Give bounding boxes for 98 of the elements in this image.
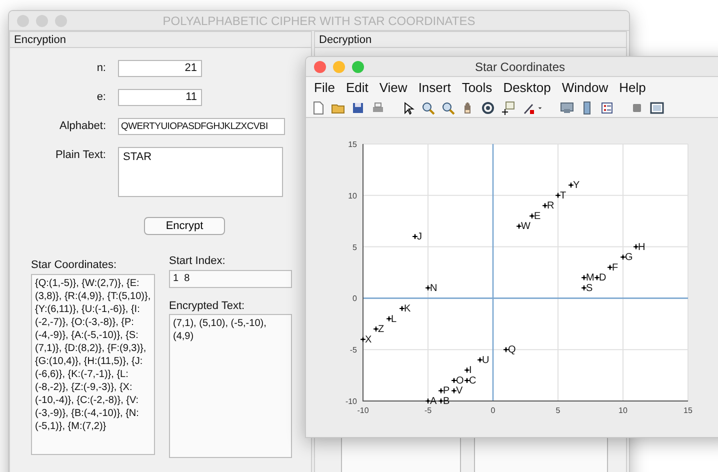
zoom-out-icon[interactable] <box>441 100 455 114</box>
data-point <box>594 274 600 281</box>
tick-label: -5 <box>350 346 357 355</box>
legend-icon[interactable] <box>600 100 614 114</box>
point-label: K <box>404 303 411 314</box>
tick-label: -5 <box>424 406 432 415</box>
point-label: Q <box>508 344 516 356</box>
text-area[interactable]: (7,1), (5,10), (-5,-10), (4,9) <box>169 314 292 458</box>
field-label: Start Index: <box>169 254 226 269</box>
data-point <box>451 388 457 394</box>
point-label: Y <box>573 180 580 192</box>
point-label: M <box>586 272 594 284</box>
point-label: W <box>521 221 530 232</box>
menu-item[interactable]: File <box>312 77 344 98</box>
new-file-icon[interactable] <box>311 100 325 114</box>
point-label: V <box>456 386 463 397</box>
data-point <box>633 244 639 250</box>
data-point <box>542 202 548 209</box>
field-label: Alphabet: <box>58 119 106 134</box>
tick-label: 0 <box>352 294 357 304</box>
panel-title: Encryption <box>10 32 311 48</box>
field-label: Star Coordinates: <box>31 258 118 273</box>
menu-item[interactable]: Insert <box>416 77 460 98</box>
tick-label: 5 <box>556 406 560 415</box>
data-point <box>399 305 405 312</box>
menu-item[interactable]: View <box>377 77 416 98</box>
text-area[interactable]: STAR <box>118 147 283 197</box>
point-label: U <box>482 354 490 366</box>
tick-label: 5 <box>352 242 357 252</box>
zoom-in-icon[interactable] <box>421 100 435 114</box>
data-point <box>438 398 444 404</box>
point-label: L <box>391 314 397 325</box>
data-point <box>464 367 470 374</box>
point-label: O <box>456 375 464 386</box>
point-label: E <box>534 210 541 222</box>
data-point <box>620 254 626 260</box>
data-point <box>529 212 535 219</box>
data-point <box>555 192 561 198</box>
data-point <box>425 398 431 404</box>
data-point <box>360 336 366 342</box>
window-icon[interactable] <box>650 100 664 114</box>
tick-label: -10 <box>357 406 369 415</box>
data-point <box>607 264 613 270</box>
data-point <box>438 388 444 394</box>
point-label: T <box>560 190 566 202</box>
point-label: R <box>547 200 554 212</box>
data-point <box>425 284 431 291</box>
field-label: e: <box>96 90 106 106</box>
field-label: n: <box>96 61 106 76</box>
field-label: Encrypted Text: <box>169 298 246 314</box>
menu-item[interactable]: Tools <box>460 77 502 98</box>
input-field[interactable]: 1 8 <box>169 270 292 288</box>
data-point <box>373 326 379 332</box>
tick-label: 0 <box>490 406 496 415</box>
tick-label: 15 <box>348 140 357 149</box>
close-button[interactable] <box>314 61 326 73</box>
input-field[interactable]: 11 <box>118 89 202 106</box>
point-label: P <box>443 386 450 397</box>
data-point <box>516 223 522 230</box>
data-point <box>386 316 392 322</box>
point-label: I <box>469 365 472 376</box>
point-label: G <box>625 252 633 264</box>
data-point <box>581 284 587 291</box>
text-area[interactable]: {Q:(1,-5)}, {W:(2,7)}, {E:(3,8)}, {R:(4,9)}, {T:(5,10)}, {Y:(6,11)}, {U:(-1,-6)}, {I:(-2,-7)}, {O:(-3,-8)}, {P:(-4,-9)}, {A:(-5,-10)}, {S:(7,1)}, {D:(8,2)}, {F:(9,3)}, {G:(10,4)}, {H:(11,5)}, {J:(-6,6)}, {K:(-7,-1)}, {L:(-8,-2)}, {Z:(-9,-3)}, {X:(-10,-4)}, {C:(-2,-8)}, {V:(-3,-9)}, {B:(-4,-10)}, {N:(-5,1)}, {M:(7,2)} <box>31 274 155 454</box>
panel-title: Decryption <box>315 32 626 48</box>
save-icon[interactable] <box>351 100 365 114</box>
menu-item[interactable]: Help <box>617 77 655 98</box>
point-label: H <box>638 242 646 253</box>
field-label: Plain Text: <box>54 148 106 163</box>
tick-label: 10 <box>618 406 628 415</box>
data-point <box>464 377 470 384</box>
data-point <box>568 182 574 188</box>
point-label: X <box>365 334 372 346</box>
point-label: F <box>612 262 618 274</box>
tick-label: 10 <box>348 191 357 200</box>
point-label: C <box>469 375 476 386</box>
menu-item[interactable]: Desktop <box>501 77 560 98</box>
print-icon[interactable] <box>371 100 385 114</box>
window-title: Star Coordinates <box>474 60 566 74</box>
point-label: N <box>430 282 438 294</box>
data-point <box>581 274 587 281</box>
input-field[interactable]: 21 <box>118 60 202 77</box>
data-point <box>477 356 483 363</box>
point-label: D <box>599 272 606 284</box>
encrypt-button[interactable]: Encrypt <box>144 217 225 235</box>
tick-label: -10 <box>345 397 357 406</box>
data-cursor-icon[interactable] <box>501 100 515 114</box>
point-label: S <box>586 282 593 294</box>
input-field[interactable]: QWERTYUIOPASDFGHJKLZXCVBI <box>118 118 285 135</box>
menu-item[interactable]: Window <box>560 77 618 98</box>
window-title: POLYALPHABETIC CIPHER WITH STAR COORDINATES <box>162 14 476 28</box>
point-label: J <box>417 232 422 243</box>
point-label: Z <box>378 324 384 336</box>
tick-label: 15 <box>684 406 692 415</box>
data-point <box>451 377 457 384</box>
data-point <box>503 346 509 353</box>
menu-item[interactable]: Edit <box>344 77 378 98</box>
data-point <box>412 234 418 240</box>
